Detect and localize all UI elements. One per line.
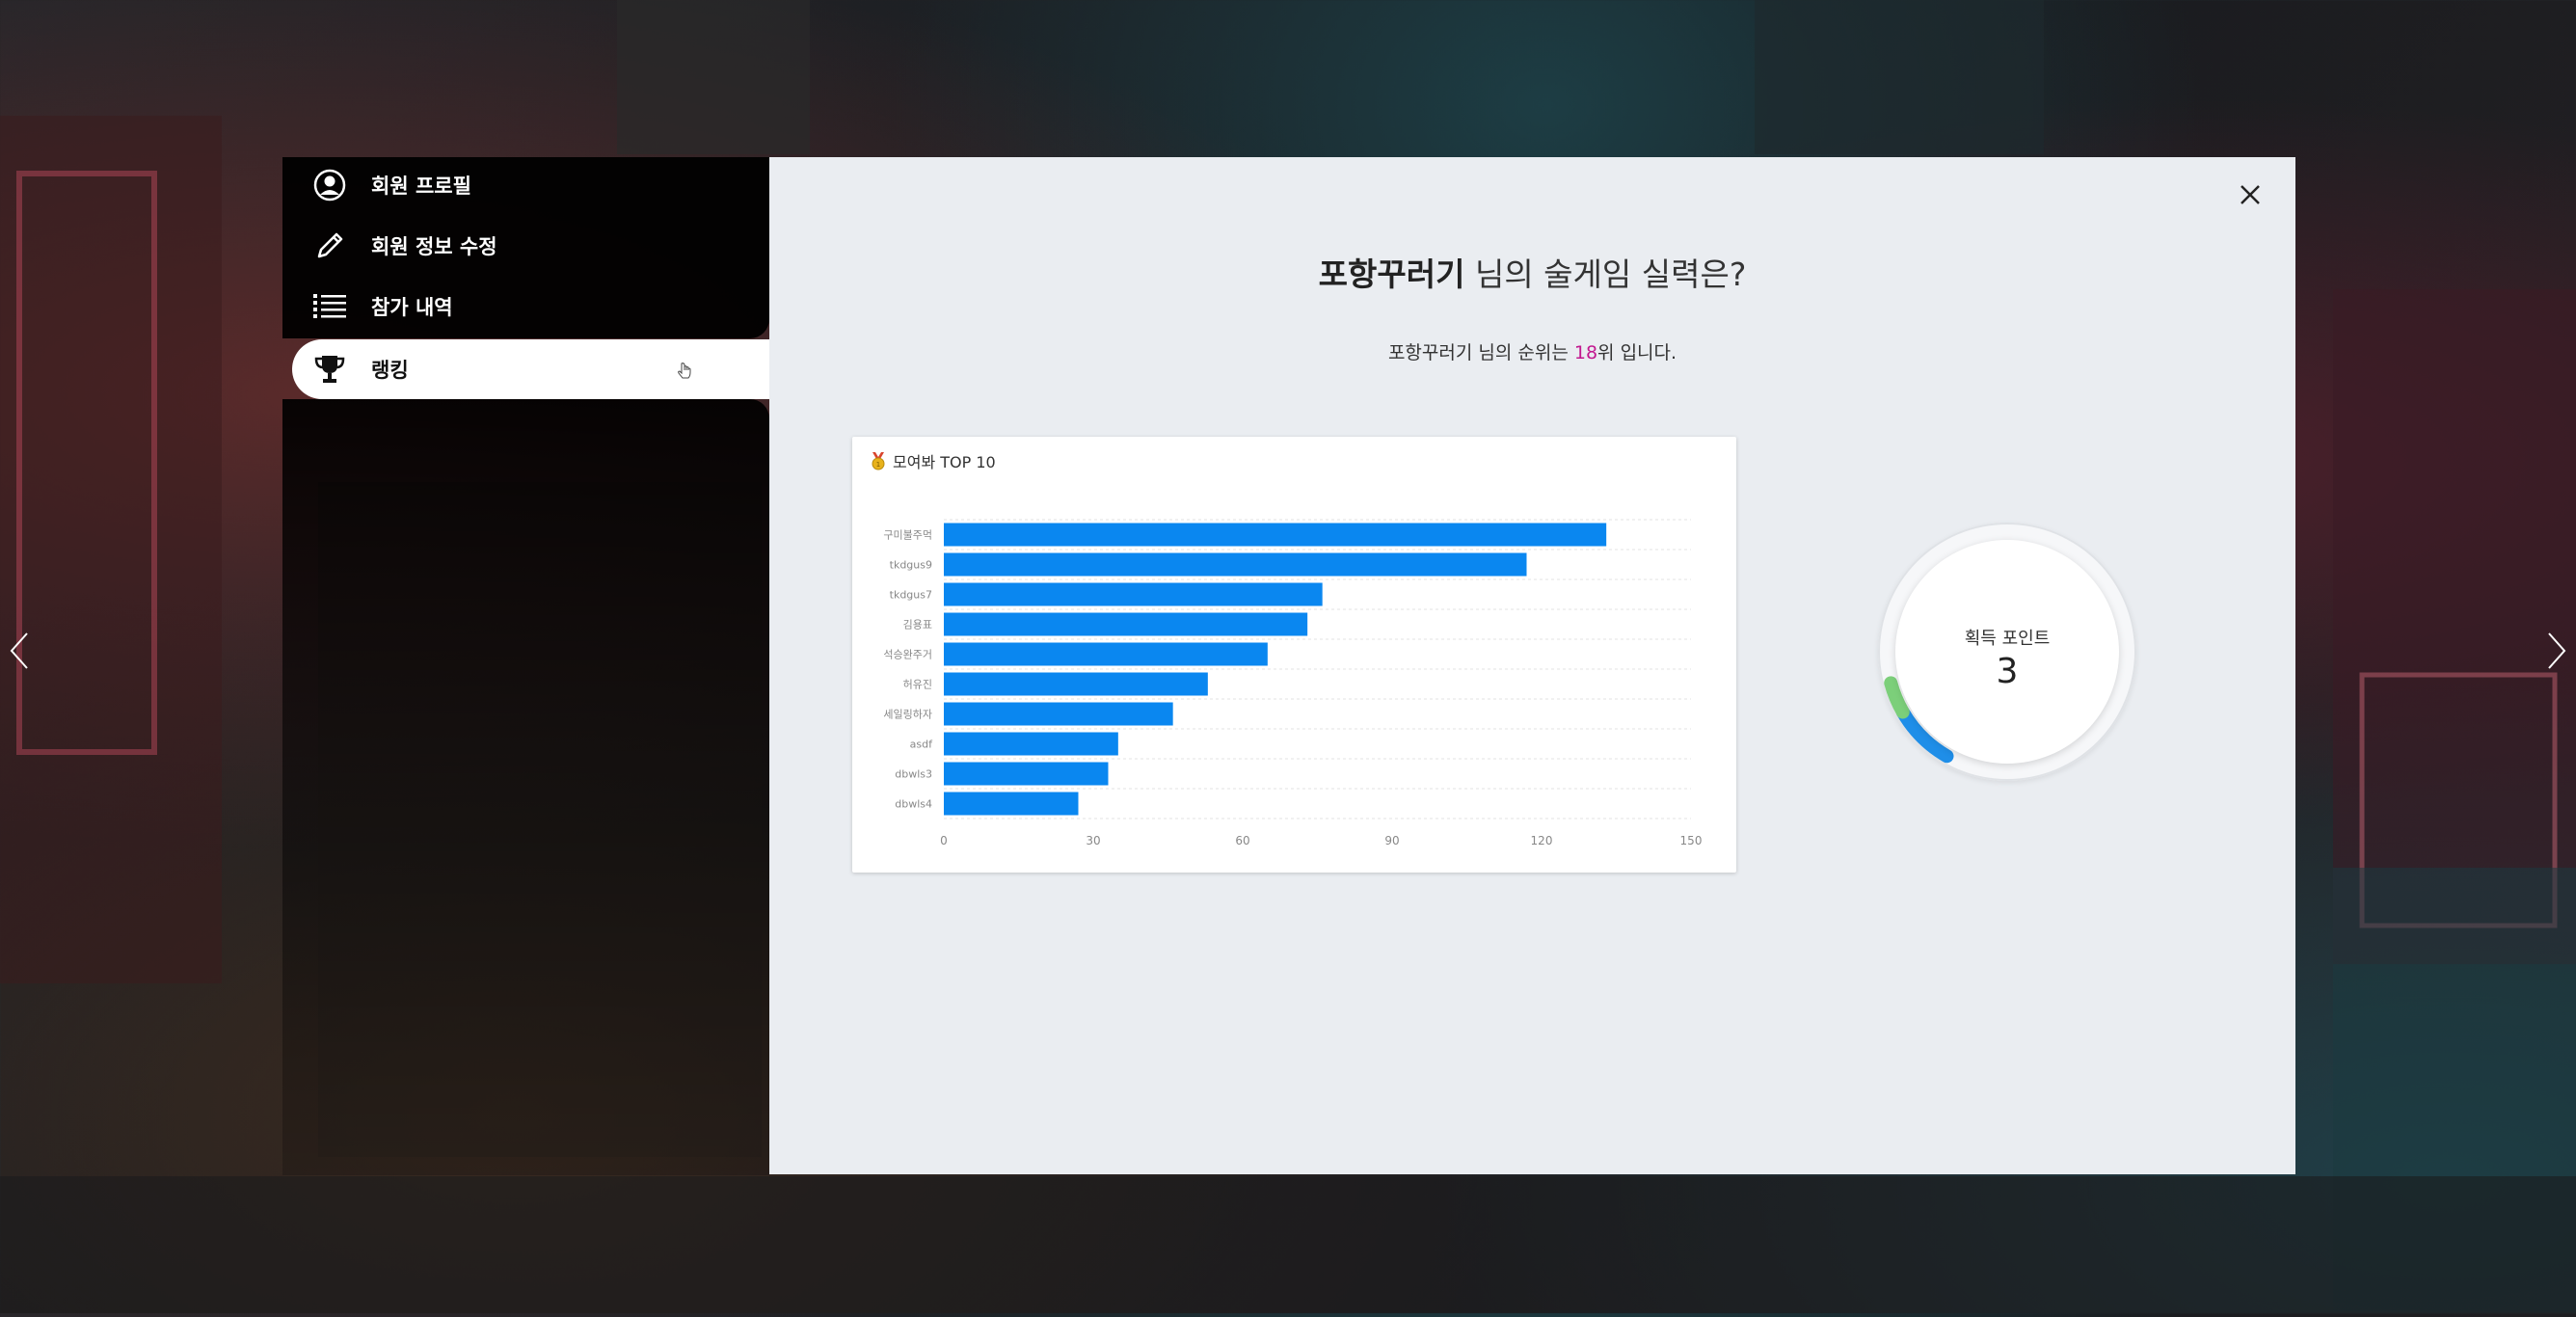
chart-tick-label: 0 bbox=[940, 834, 948, 847]
sidebar-item-label: 회원 정보 수정 bbox=[371, 235, 497, 258]
rank-summary-suffix: 위 입니다. bbox=[1597, 342, 1677, 363]
title-text: 님의 술게임 실력은? bbox=[1464, 255, 1747, 293]
chart-bar bbox=[944, 552, 1527, 577]
page-title: 포항꾸러기 님의 술게임 실력은? bbox=[769, 249, 2295, 295]
chart-category-label: 구미불주먹 bbox=[883, 529, 932, 542]
chart-bar bbox=[944, 523, 1607, 547]
chart-category-label: dbwls4 bbox=[895, 798, 932, 811]
chart-bar bbox=[944, 612, 1308, 636]
chart-bar bbox=[944, 762, 1109, 786]
points-value: 3 bbox=[1996, 652, 2019, 691]
chart-category-label: dbwls3 bbox=[895, 768, 932, 781]
points-label: 획득 포인트 bbox=[1964, 629, 2051, 649]
chart-bar bbox=[944, 732, 1118, 756]
user-circle-icon bbox=[306, 169, 354, 202]
chart-category-label: tkdgus7 bbox=[890, 589, 932, 602]
pointer-cursor-icon bbox=[678, 363, 691, 384]
chart-bar bbox=[944, 642, 1268, 666]
close-icon bbox=[2241, 185, 2260, 204]
chart-tick-label: 150 bbox=[1680, 834, 1703, 847]
chart-category-label: 세일링하자 bbox=[883, 708, 932, 721]
chart-tick-label: 60 bbox=[1235, 834, 1249, 847]
rank-summary-prefix: 포항꾸러기 님의 순위는 bbox=[1387, 342, 1574, 363]
ranking-bar-chart: 구미불주먹 tkdgus9 tkdgus7 김용표석승완주거허유진세일링하자 asdf d… bbox=[883, 519, 1703, 847]
sidebar-lower-panel bbox=[282, 399, 769, 1175]
prev-slide-button[interactable] bbox=[0, 627, 39, 675]
sidebar-item-ranking[interactable]: 랭킹 bbox=[292, 339, 769, 399]
chart-bar bbox=[944, 702, 1173, 726]
close-button[interactable] bbox=[2231, 175, 2269, 214]
chart-category-label: 석승완주거 bbox=[883, 649, 932, 661]
list-icon bbox=[306, 291, 354, 322]
chart-bar bbox=[944, 792, 1079, 816]
rank-value: 18 bbox=[1573, 342, 1598, 363]
chevron-right-icon bbox=[2548, 632, 2566, 669]
sidebar-item-label: 랭킹 bbox=[371, 359, 409, 382]
chart-category-label: 허유진 bbox=[903, 679, 932, 691]
chart-category-label: asdf bbox=[910, 739, 933, 751]
sidebar-item-label: 회원 프로필 bbox=[371, 175, 471, 198]
sidebar-item-history[interactable]: 참가 내역 bbox=[292, 278, 769, 336]
chart-tick-label: 120 bbox=[1531, 834, 1553, 847]
sidebar-item-edit-info[interactable]: 회원 정보 수정 bbox=[292, 217, 769, 275]
chart-tick-label: 30 bbox=[1086, 834, 1100, 847]
user-name: 포항꾸러기 bbox=[1318, 255, 1465, 293]
next-slide-button[interactable] bbox=[2537, 627, 2576, 675]
pencil-icon bbox=[306, 229, 354, 262]
sidebar-item-profile[interactable]: 회원 프로필 bbox=[292, 156, 769, 214]
chart-bar bbox=[944, 582, 1323, 606]
chevron-left-icon bbox=[10, 632, 28, 669]
chart-tick-label: 90 bbox=[1384, 834, 1399, 847]
sidebar-item-label: 참가 내역 bbox=[371, 296, 453, 319]
chart-category-label: 김용표 bbox=[903, 619, 932, 632]
trophy-icon bbox=[306, 353, 354, 386]
chart-category-label: tkdgus9 bbox=[890, 559, 932, 572]
rank-summary: 포항꾸러기 님의 순위는 18위 입니다. bbox=[769, 338, 2295, 364]
chart-bar bbox=[944, 672, 1208, 696]
